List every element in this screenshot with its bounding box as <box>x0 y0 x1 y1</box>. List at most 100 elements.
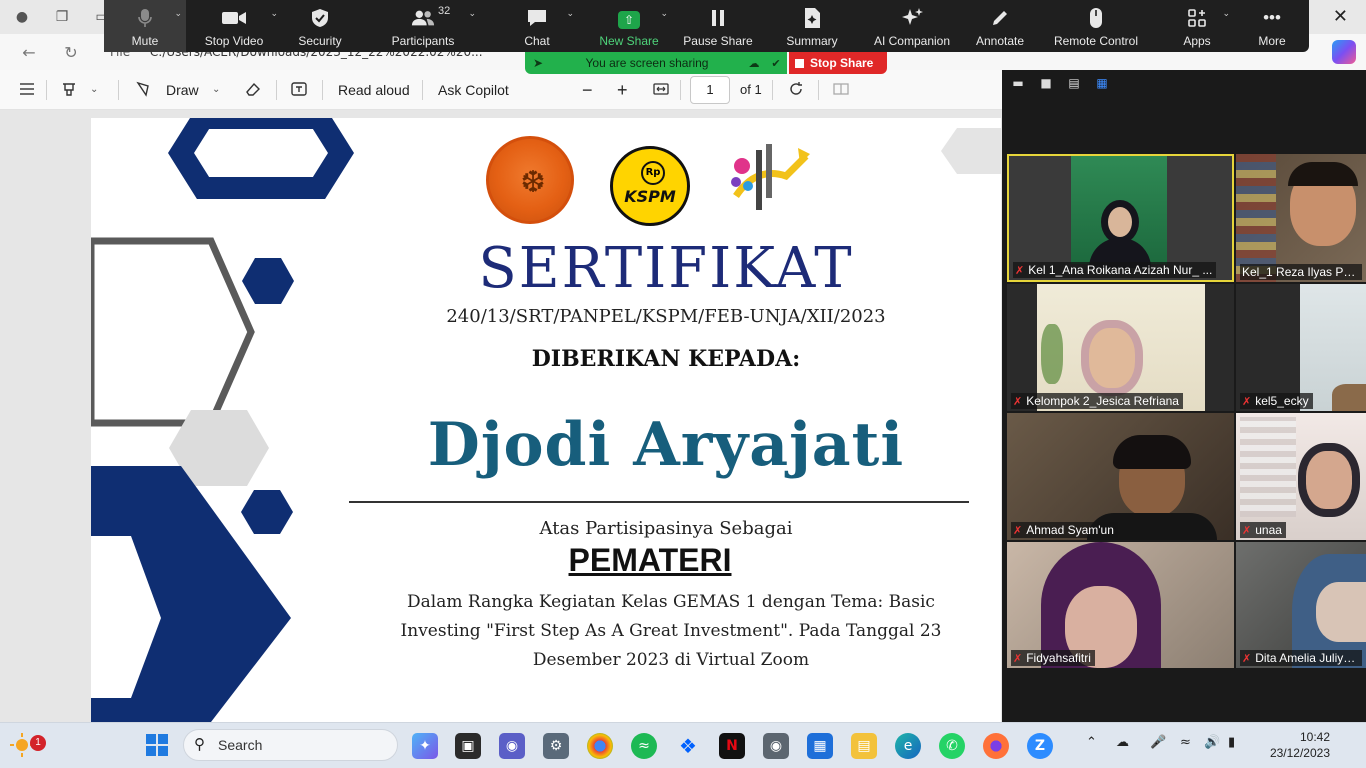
pause-share-button[interactable]: Pause Share <box>672 0 764 52</box>
ai-companion-button[interactable]: AI Companion <box>860 0 964 52</box>
chevron-up-icon[interactable]: ⌃ <box>1086 735 1097 750</box>
participant-tile[interactable]: Kel_1 Reza Ilyas Pratama <box>1236 154 1366 282</box>
minimize-icon[interactable]: ▬ <box>1010 76 1026 90</box>
workspaces-icon[interactable]: ❐ <box>52 7 72 27</box>
pdf-toolbar: ⌄ Draw ⌄ Read aloud Ask Copilot − + 1 of… <box>0 70 1002 110</box>
fit-width-icon[interactable] <box>652 80 670 100</box>
annotate-button[interactable]: Annotate <box>964 0 1036 52</box>
rotate-icon[interactable] <box>787 80 805 100</box>
chat-button[interactable]: ⌄ Chat <box>488 0 586 52</box>
settings-icon[interactable]: ⚙ <box>543 733 569 759</box>
participant-tile[interactable]: ✗ Fidyahsafitri <box>1007 542 1234 668</box>
chevron-down-icon[interactable]: ⌄ <box>468 8 476 19</box>
muted-mic-icon: ✗ <box>1013 525 1023 537</box>
apps-button[interactable]: ⌄ Apps <box>1156 0 1238 52</box>
summary-label: Summary <box>786 34 838 48</box>
pdf-viewer[interactable]: ❆ Rp KSPM SERTIFIKAT 240/13/SRT/PANPEL/K… <box>0 110 1002 722</box>
participant-tile[interactable]: ✗ kel5_ecky <box>1236 284 1366 411</box>
netflix-icon[interactable]: N <box>719 733 745 759</box>
wifi-icon[interactable]: ≈ <box>1180 735 1191 750</box>
zoom-app-icon[interactable]: Z <box>1027 733 1053 759</box>
chevron-down-icon[interactable]: ⌄ <box>174 8 182 19</box>
stop-share-label: Stop Share <box>810 56 874 70</box>
read-aloud-button[interactable]: Read aloud <box>338 80 410 100</box>
new-share-button[interactable]: ⇧ ⌄ New Share <box>586 0 672 52</box>
edge-icon[interactable]: e <box>895 733 921 759</box>
volume-icon[interactable]: 🔊 <box>1204 735 1220 750</box>
profile-icon[interactable]: ● <box>12 7 32 27</box>
battery-icon[interactable]: ▮ <box>1228 735 1235 750</box>
chrome-icon[interactable] <box>587 733 613 759</box>
refresh-icon[interactable]: ↻ <box>60 42 82 64</box>
participants-button[interactable]: 32 ⌄ Participants <box>358 0 488 52</box>
summary-button[interactable]: Summary <box>764 0 860 52</box>
camera-icon[interactable]: ◉ <box>763 733 789 759</box>
participant-tile[interactable]: ✗ Ahmad Syam'un <box>1007 413 1234 540</box>
participant-video <box>1236 154 1366 282</box>
draw-icon[interactable] <box>136 80 154 100</box>
zoom-in-icon[interactable]: + <box>617 80 628 100</box>
task-view-icon[interactable]: ▣ <box>455 733 481 759</box>
copilot-icon[interactable] <box>1332 40 1356 64</box>
description-line: Investing "First Step As A Great Investm… <box>400 621 942 641</box>
speaker-view-icon[interactable]: ■ <box>1038 76 1054 90</box>
muted-mic-icon: ✗ <box>1013 653 1023 665</box>
participant-name-text: Kel 1_Ana Roikana Azizah Nur_ ... <box>1028 263 1213 277</box>
stop-video-label: Stop Video <box>204 34 264 48</box>
gallery-view-icon[interactable]: ▦ <box>1094 76 1110 90</box>
highlight-icon[interactable] <box>60 80 78 100</box>
chevron-down-icon[interactable]: ⌄ <box>90 80 98 100</box>
participant-tile[interactable]: ✗ Kel 1_Ana Roikana Azizah Nur_ ... <box>1007 154 1234 282</box>
taskbar-search[interactable]: ⚲ Search <box>183 729 398 761</box>
chevron-down-icon[interactable]: ⌄ <box>566 8 574 19</box>
system-clock[interactable]: 10:42 23/12/2023 <box>1270 729 1330 761</box>
participation-label: Atas Partisipasinya Sebagai <box>539 518 793 539</box>
kspm-logo: Rp KSPM <box>610 146 690 226</box>
weather-widget[interactable]: 1 <box>8 731 46 759</box>
eraser-icon[interactable] <box>244 80 262 100</box>
pin-icon[interactable]: ➤ <box>525 56 551 70</box>
stop-share-button[interactable]: Stop Share <box>789 52 887 74</box>
close-window-icon[interactable]: ✕ <box>1333 6 1348 27</box>
participant-tile[interactable]: ✗ unaa <box>1236 413 1366 540</box>
muted-mic-icon: ✗ <box>1013 396 1023 408</box>
draw-button[interactable]: Draw <box>166 80 199 100</box>
firefox-icon[interactable] <box>983 733 1009 759</box>
chevron-down-icon[interactable]: ⌄ <box>212 80 220 100</box>
store-icon[interactable]: ▦ <box>807 733 833 759</box>
remote-control-button[interactable]: Remote Control <box>1036 0 1156 52</box>
chevron-down-icon[interactable]: ⌄ <box>1222 8 1230 19</box>
mute-button[interactable]: ⌄ Mute <box>104 0 186 52</box>
text-box-icon[interactable] <box>290 80 308 100</box>
participant-name-text: kel5_ecky <box>1255 394 1309 408</box>
file-explorer-icon[interactable]: ▤ <box>851 733 877 759</box>
page-view-icon[interactable] <box>832 80 850 100</box>
ask-copilot-button[interactable]: Ask Copilot <box>438 80 509 100</box>
spotify-icon[interactable]: ≈ <box>631 733 657 759</box>
participant-tile[interactable]: ✗ Kelompok 2_Jesica Refriana <box>1007 284 1234 411</box>
page-number-input[interactable]: 1 <box>690 76 730 104</box>
participant-video <box>1236 284 1366 411</box>
more-button[interactable]: ••• More <box>1238 0 1306 52</box>
copilot-app-icon[interactable]: ✦ <box>412 733 438 759</box>
contents-icon[interactable] <box>18 80 36 100</box>
video-camera-icon <box>222 7 246 29</box>
participant-name: ✗ Ahmad Syam'un <box>1011 522 1118 538</box>
dropbox-icon[interactable]: ❖ <box>675 733 701 759</box>
teams-icon[interactable]: ◉ <box>499 733 525 759</box>
chevron-down-icon[interactable]: ⌄ <box>660 8 668 19</box>
participant-tile[interactable]: ✗ Dita Amelia Juliyanti <box>1236 542 1366 668</box>
strip-view-icon[interactable]: ▤ <box>1066 76 1082 90</box>
start-button[interactable] <box>144 733 170 759</box>
kspm-rp-mark: Rp <box>641 161 665 185</box>
back-icon[interactable]: ← <box>18 42 40 64</box>
onedrive-icon[interactable]: ☁ <box>1116 735 1129 750</box>
chevron-down-icon[interactable]: ⌄ <box>270 8 278 19</box>
security-button[interactable]: Security <box>282 0 358 52</box>
microphone-icon[interactable]: 🎤 <box>1150 735 1166 750</box>
stop-video-button[interactable]: ⌄ Stop Video <box>186 0 282 52</box>
cloud-icon: ☁ <box>748 57 760 70</box>
whatsapp-icon[interactable]: ✆ <box>939 733 965 759</box>
zoom-out-icon[interactable]: − <box>582 80 593 100</box>
participant-video <box>1236 413 1366 540</box>
